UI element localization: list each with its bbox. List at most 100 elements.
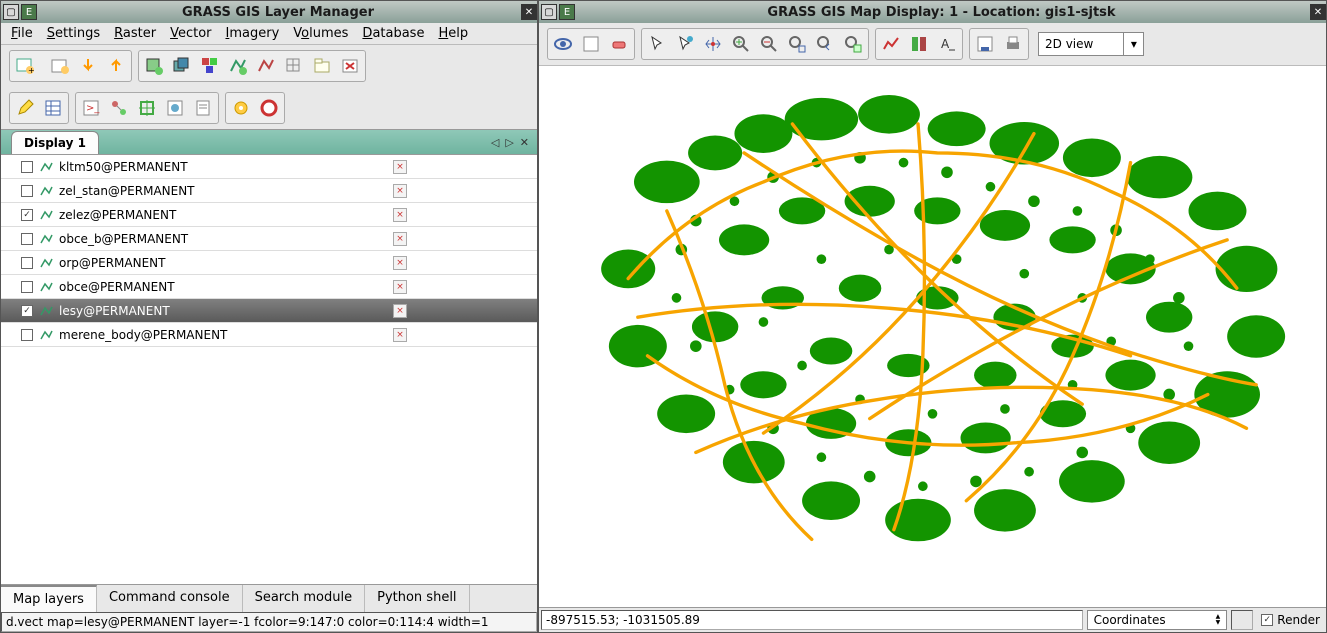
lm-titlebar[interactable]: ▢ E GRASS GIS Layer Manager ✕ bbox=[1, 1, 537, 23]
md-titlebar[interactable]: ▢ E GRASS GIS Map Display: 1 - Location:… bbox=[539, 1, 1326, 23]
pointer-icon[interactable] bbox=[643, 30, 671, 58]
layer-checkbox[interactable] bbox=[21, 329, 33, 341]
render-toggle[interactable]: ✓ Render bbox=[1261, 610, 1320, 630]
layer-checkbox[interactable] bbox=[21, 161, 33, 173]
erase-icon[interactable] bbox=[605, 30, 633, 58]
close-button[interactable]: ✕ bbox=[521, 4, 537, 20]
layer-row[interactable]: ✓zelez@PERMANENT× bbox=[1, 203, 537, 227]
georectify-icon[interactable] bbox=[133, 94, 161, 122]
md-toolbar: A 2D view ▾ bbox=[539, 23, 1326, 66]
table-icon[interactable] bbox=[39, 94, 67, 122]
tab-search-module[interactable]: Search module bbox=[243, 585, 366, 612]
minimize-button[interactable]: ▢ bbox=[541, 4, 557, 20]
export-icon[interactable] bbox=[102, 52, 130, 80]
add-vector-icon[interactable] bbox=[224, 52, 252, 80]
menu-raster[interactable]: Raster bbox=[114, 26, 156, 41]
lm-statusbar: d.vect map=lesy@PERMANENT layer=-1 fcolo… bbox=[1, 612, 537, 632]
layer-remove-icon[interactable]: × bbox=[393, 208, 407, 222]
menu-help[interactable]: Help bbox=[438, 26, 468, 41]
add-group-icon[interactable] bbox=[308, 52, 336, 80]
zoom-back-icon[interactable] bbox=[811, 30, 839, 58]
layer-remove-icon[interactable]: × bbox=[393, 160, 407, 174]
svg-text:>_: >_ bbox=[86, 103, 100, 114]
query-icon[interactable] bbox=[671, 30, 699, 58]
layer-row[interactable]: obce_b@PERMANENT× bbox=[1, 227, 537, 251]
layer-row[interactable]: obce@PERMANENT× bbox=[1, 275, 537, 299]
layer-checkbox[interactable]: ✓ bbox=[21, 305, 33, 317]
render-checkbox[interactable]: ✓ bbox=[1261, 614, 1273, 626]
display-tab[interactable]: Display 1 bbox=[11, 131, 99, 154]
open-workspace-icon[interactable] bbox=[46, 52, 74, 80]
layer-name: lesy@PERMANENT bbox=[59, 304, 170, 318]
layer-row[interactable]: orp@PERMANENT× bbox=[1, 251, 537, 275]
menu-file[interactable]: File bbox=[11, 26, 33, 41]
layer-checkbox[interactable]: ✓ bbox=[21, 209, 33, 221]
layer-remove-icon[interactable]: × bbox=[393, 328, 407, 342]
tab-next-icon[interactable]: ▷ bbox=[505, 136, 513, 149]
zoom-out-icon[interactable] bbox=[755, 30, 783, 58]
layer-checkbox[interactable] bbox=[21, 281, 33, 293]
layer-remove-icon[interactable]: × bbox=[393, 232, 407, 246]
view-mode-select[interactable]: 2D view ▾ bbox=[1038, 32, 1144, 56]
vector-layer-icon bbox=[39, 208, 53, 222]
zoom-layer-icon[interactable] bbox=[839, 30, 867, 58]
layer-checkbox[interactable] bbox=[21, 233, 33, 245]
add-raster3d-icon[interactable] bbox=[168, 52, 196, 80]
menu-volumes[interactable]: Volumes bbox=[293, 26, 348, 41]
cartography-icon[interactable] bbox=[161, 94, 189, 122]
layer-remove-icon[interactable]: × bbox=[393, 304, 407, 318]
lm-toolbar-row2: >_ bbox=[1, 87, 537, 129]
layer-row[interactable]: zel_stan@PERMANENT× bbox=[1, 179, 537, 203]
tab-prev-icon[interactable]: ◁ bbox=[491, 136, 499, 149]
layer-row[interactable]: merene_body@PERMANENT× bbox=[1, 323, 537, 347]
menu-settings[interactable]: Settings bbox=[47, 26, 100, 41]
add-raster-icon[interactable] bbox=[140, 52, 168, 80]
help-icon[interactable] bbox=[255, 94, 283, 122]
close-button[interactable]: ✕ bbox=[1310, 4, 1326, 20]
tab-python-shell[interactable]: Python shell bbox=[365, 585, 469, 612]
remove-layer-icon[interactable] bbox=[336, 52, 364, 80]
tab-close-icon[interactable]: ✕ bbox=[520, 136, 529, 149]
layer-checkbox[interactable] bbox=[21, 185, 33, 197]
print-icon[interactable] bbox=[999, 30, 1027, 58]
add-overlay-icon[interactable] bbox=[280, 52, 308, 80]
minimize-button[interactable]: ▢ bbox=[3, 4, 19, 20]
add-thematic-icon[interactable] bbox=[252, 52, 280, 80]
tab-command-console[interactable]: Command console bbox=[97, 585, 243, 612]
edit-icon[interactable] bbox=[11, 94, 39, 122]
overlay-icon[interactable] bbox=[905, 30, 933, 58]
menu-database[interactable]: Database bbox=[362, 26, 424, 41]
menu-imagery[interactable]: Imagery bbox=[226, 26, 280, 41]
layer-remove-icon[interactable]: × bbox=[393, 184, 407, 198]
layer-remove-icon[interactable]: × bbox=[393, 280, 407, 294]
layer-row[interactable]: kltm50@PERMANENT × bbox=[1, 155, 537, 179]
pan-icon[interactable] bbox=[699, 30, 727, 58]
new-display-icon[interactable]: + bbox=[11, 52, 39, 80]
vector-layer-icon bbox=[39, 328, 53, 342]
menu-vector[interactable]: Vector bbox=[170, 26, 211, 41]
tab-map-layers[interactable]: Map layers bbox=[1, 585, 97, 612]
layer-remove-icon[interactable]: × bbox=[393, 256, 407, 270]
settings-gear-icon[interactable] bbox=[227, 94, 255, 122]
import-icon[interactable] bbox=[74, 52, 102, 80]
map-canvas[interactable] bbox=[539, 66, 1326, 607]
console-icon[interactable]: >_ bbox=[77, 94, 105, 122]
layer-checkbox[interactable] bbox=[21, 257, 33, 269]
text-overlay-icon[interactable]: A bbox=[933, 30, 961, 58]
add-rgb-icon[interactable] bbox=[196, 52, 224, 80]
render-region-icon[interactable] bbox=[577, 30, 605, 58]
chevron-down-icon[interactable]: ▾ bbox=[1123, 33, 1143, 55]
modeler-icon[interactable] bbox=[105, 94, 133, 122]
analyze-icon[interactable] bbox=[877, 30, 905, 58]
save-image-icon[interactable] bbox=[971, 30, 999, 58]
layer-row[interactable]: ✓ lesy@PERMANENT × bbox=[1, 299, 537, 323]
spinner-icon[interactable]: ▲▼ bbox=[1216, 614, 1221, 626]
lm-toolbar-row1: + bbox=[1, 45, 537, 87]
script-icon[interactable] bbox=[189, 94, 217, 122]
status-mode-select[interactable]: Coordinates ▲▼ bbox=[1087, 610, 1228, 630]
zoom-extent-icon[interactable] bbox=[783, 30, 811, 58]
render-eye-icon[interactable] bbox=[549, 30, 577, 58]
zoom-in-icon[interactable] bbox=[727, 30, 755, 58]
layer-name: kltm50@PERMANENT bbox=[59, 160, 188, 174]
layer-tree[interactable]: kltm50@PERMANENT×zel_stan@PERMANENT×✓zel… bbox=[1, 155, 537, 584]
